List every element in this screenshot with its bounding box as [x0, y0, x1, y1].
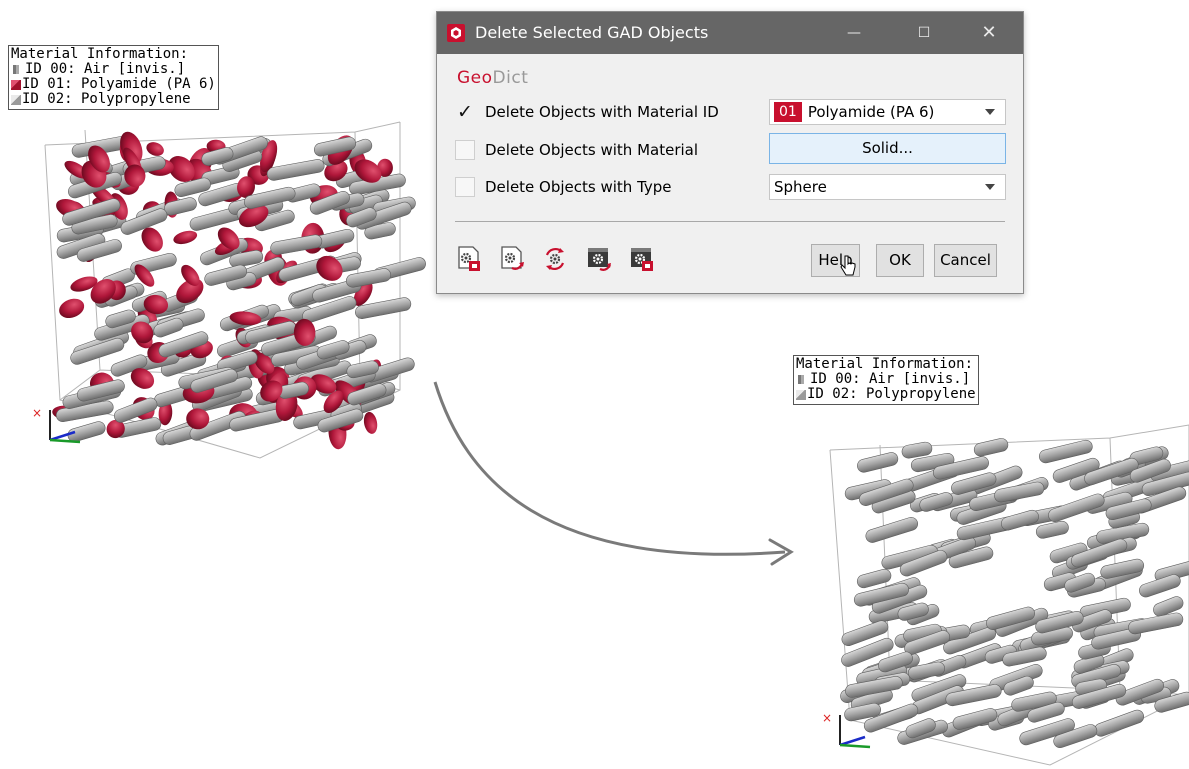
structure-view-after[interactable]: ×	[820, 420, 1189, 769]
option-delete-by-material-id[interactable]: ✓ Delete Objects with Material ID	[455, 99, 719, 125]
dialog-title: Delete Selected GAD Objects	[475, 23, 709, 42]
close-button[interactable]: ✕	[966, 12, 1012, 54]
option-delete-by-material[interactable]: Delete Objects with Material	[455, 137, 698, 163]
chevron-down-icon	[985, 184, 995, 190]
polypropylene-swatch-icon	[11, 94, 21, 105]
option-label: Delete Objects with Material ID	[485, 103, 719, 121]
particle	[59, 298, 85, 319]
gear-export-icon[interactable]	[587, 246, 611, 272]
material-id-badge: 01	[774, 102, 802, 122]
particle	[173, 230, 198, 245]
fiber	[865, 517, 919, 543]
fiber-group	[840, 438, 1189, 749]
delete-gad-objects-dialog: Delete Selected GAD Objects — ☐ ✕ GeoDic…	[436, 11, 1024, 294]
material-button[interactable]: Solid...	[769, 133, 1006, 164]
gear-arrow-icon[interactable]	[500, 246, 524, 272]
divider	[455, 221, 1005, 222]
fiber	[857, 452, 899, 473]
fiber	[266, 159, 325, 181]
mouse-pointer-icon	[840, 255, 856, 276]
option-delete-by-type[interactable]: Delete Objects with Type	[455, 174, 672, 200]
material-id-select[interactable]: 01 Polyamide (PA 6)	[769, 99, 1006, 125]
gear-save-icon[interactable]	[630, 246, 654, 272]
fiber	[973, 438, 1009, 457]
fiber	[1128, 612, 1184, 635]
material-id-checkbox[interactable]: ✓	[455, 102, 475, 122]
gear-lock-icon[interactable]	[457, 246, 481, 272]
material-checkbox[interactable]	[455, 140, 475, 160]
chevron-down-icon	[985, 109, 995, 115]
object-type-select[interactable]: Sphere	[769, 174, 1006, 200]
structure-view-before[interactable]: ×	[30, 100, 430, 465]
option-label: Delete Objects with Material	[485, 141, 699, 159]
fiber	[1094, 709, 1145, 737]
geodict-logo: GeoDict	[457, 68, 529, 88]
object-type-value: Sphere	[774, 178, 827, 196]
cancel-button[interactable]: Cancel	[934, 244, 997, 277]
fiber-group	[52, 131, 426, 450]
air-swatch-icon	[13, 65, 19, 74]
particle	[363, 411, 378, 434]
legend-title: Material Information:	[11, 46, 189, 62]
geodict-app-icon	[447, 24, 465, 42]
polyamide-swatch-icon	[11, 79, 21, 90]
fiber	[1001, 509, 1039, 531]
maximize-button[interactable]: ☐	[901, 12, 947, 54]
legend-item-polyamide: ID 01: Polyamide (PA 6)	[11, 77, 216, 92]
type-checkbox[interactable]	[455, 177, 475, 197]
option-label: Delete Objects with Type	[485, 178, 672, 196]
svg-text:×: ×	[822, 711, 832, 725]
ok-button[interactable]: OK	[876, 244, 924, 277]
minimize-button[interactable]: —	[831, 12, 877, 54]
legend-item-air: ID 00: Air [invis.]	[11, 62, 216, 77]
material-id-value: Polyamide (PA 6)	[807, 103, 935, 121]
dialog-titlebar[interactable]: Delete Selected GAD Objects — ☐ ✕	[437, 12, 1023, 54]
svg-text:×: ×	[32, 406, 42, 420]
particle	[146, 142, 164, 156]
transition-arrow	[433, 381, 794, 566]
gear-refresh-icon[interactable]	[543, 246, 567, 272]
